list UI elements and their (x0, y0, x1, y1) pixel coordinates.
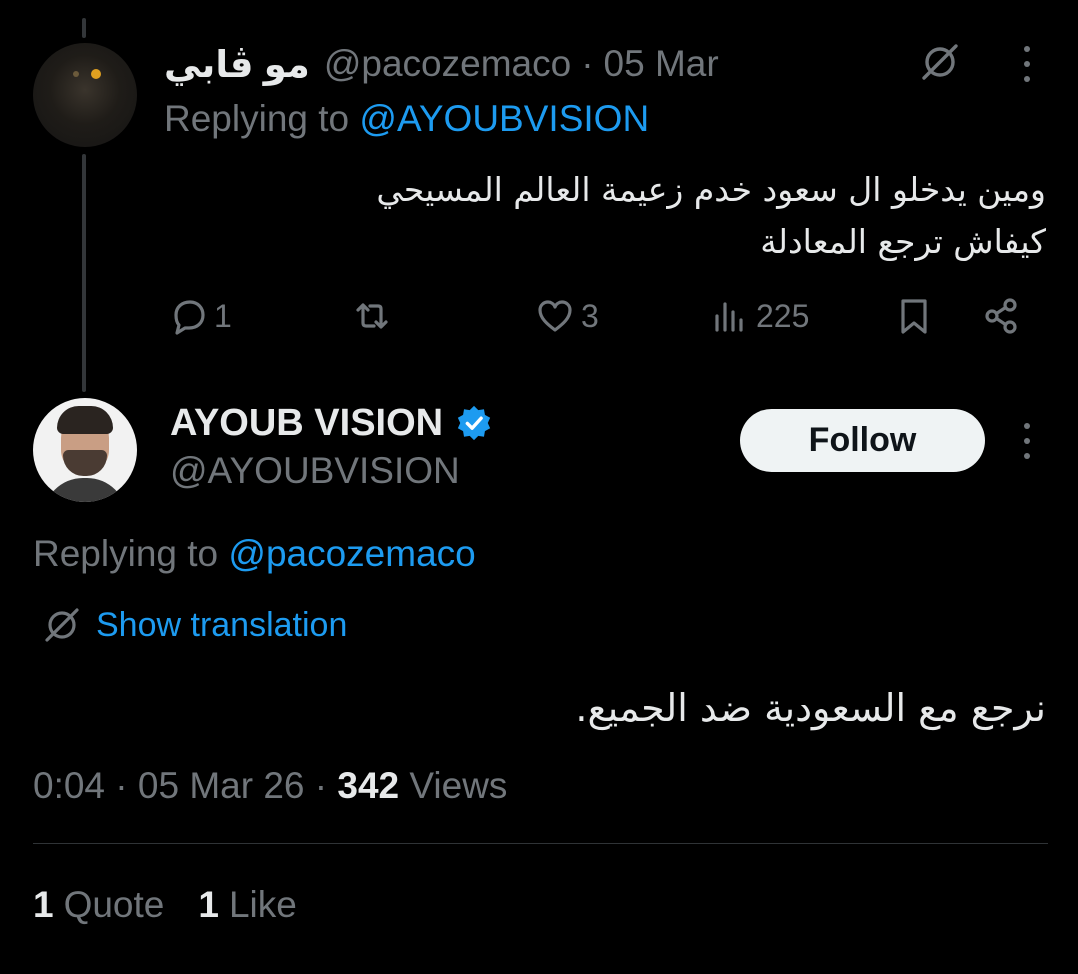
reply-count: 1 (214, 297, 232, 334)
avatar-hair (57, 406, 113, 434)
bookmark-icon (901, 299, 927, 334)
globe-slash-icon (45, 608, 79, 642)
main-tweet-text: نرجع مع السعودية ضد الجميع. (575, 686, 1046, 730)
share-icon (985, 298, 1017, 334)
engagement-stats: 1 Quote 1 Like (33, 884, 297, 926)
views-button[interactable]: 225 (710, 290, 809, 342)
tweet-time[interactable]: 0:04 (33, 765, 105, 806)
reply-button[interactable]: 1 (168, 290, 232, 342)
avatar-beard (63, 450, 107, 476)
avatar-shirt (43, 478, 127, 502)
views-count: 225 (756, 297, 810, 334)
quotes-label: Quote (63, 884, 165, 925)
separator-dot: · (115, 765, 128, 806)
likes-stat[interactable]: 1 Like (198, 884, 296, 926)
retweet-icon (356, 303, 388, 329)
like-count: 3 (581, 297, 599, 334)
quotes-count: 1 (33, 884, 54, 925)
more-icon[interactable] (1022, 46, 1032, 82)
author-display-name[interactable]: AYOUB VISION (170, 402, 443, 445)
replying-to-link[interactable]: @pacozemaco (228, 533, 475, 574)
reply-display-name[interactable]: مو ڤابي (164, 43, 310, 86)
quotes-stat[interactable]: 1 Quote (33, 884, 164, 926)
show-translation-button[interactable]: Show translation (42, 603, 347, 647)
main-replying-to: Replying to @pacozemaco (33, 533, 476, 575)
thread-line (82, 154, 86, 392)
retweet-button[interactable] (352, 290, 398, 342)
author-handle[interactable]: @AYOUBVISION (170, 450, 460, 492)
verified-badge-icon (457, 405, 491, 441)
likes-count: 1 (198, 884, 219, 925)
thread-line (82, 18, 86, 38)
views-count: 342 (337, 765, 400, 806)
replying-to-link[interactable]: @AYOUBVISION (359, 98, 649, 139)
globe-slash-icon[interactable] (918, 40, 962, 84)
like-button[interactable]: 3 (535, 290, 599, 342)
heart-icon (538, 300, 572, 332)
avatar[interactable] (33, 398, 137, 502)
likes-label: Like (228, 884, 297, 925)
reply-tweet-text: ومين يدخلو ال سعود خدم زعيمة العالم المس… (286, 164, 1046, 268)
tweet-date[interactable]: 05 Mar 26 (138, 765, 305, 806)
share-button[interactable] (982, 290, 1022, 342)
divider (33, 843, 1048, 844)
separator-dot: · (314, 765, 328, 806)
replying-prefix: Replying to (33, 533, 219, 574)
tweet-thread: مو ڤابي @pacozemaco · 05 Mar Replying to… (0, 0, 1078, 974)
views-label: Views (409, 765, 508, 806)
follow-button[interactable]: Follow (740, 409, 985, 472)
reply-text-line: ومين يدخلو ال سعود خدم زعيمة العالم المس… (376, 170, 1046, 209)
reply-icon (174, 300, 205, 335)
more-icon[interactable] (1022, 423, 1032, 459)
views-icon (715, 302, 743, 332)
reply-text-line: كيفاش ترجع المعادلة (760, 222, 1046, 261)
owl-eye (91, 69, 101, 79)
reply-date[interactable]: 05 Mar (604, 43, 719, 85)
separator-dot: · (581, 43, 594, 84)
action-bar: 1 3 225 (0, 290, 1078, 342)
bookmark-button[interactable] (894, 290, 934, 342)
reply-tweet-header: مو ڤابي @pacozemaco · 05 Mar (164, 42, 719, 86)
reply-replying-to: Replying to @AYOUBVISION (164, 98, 649, 140)
reply-handle[interactable]: @pacozemaco (324, 43, 571, 85)
avatar[interactable] (33, 43, 137, 147)
show-translation-label: Show translation (96, 605, 348, 644)
replying-prefix: Replying to (164, 98, 350, 139)
tweet-metadata: 0:04 · 05 Mar 26 · 342 Views (33, 765, 507, 807)
author-name-row: AYOUB VISION (170, 400, 493, 446)
owl-eye (73, 71, 79, 77)
